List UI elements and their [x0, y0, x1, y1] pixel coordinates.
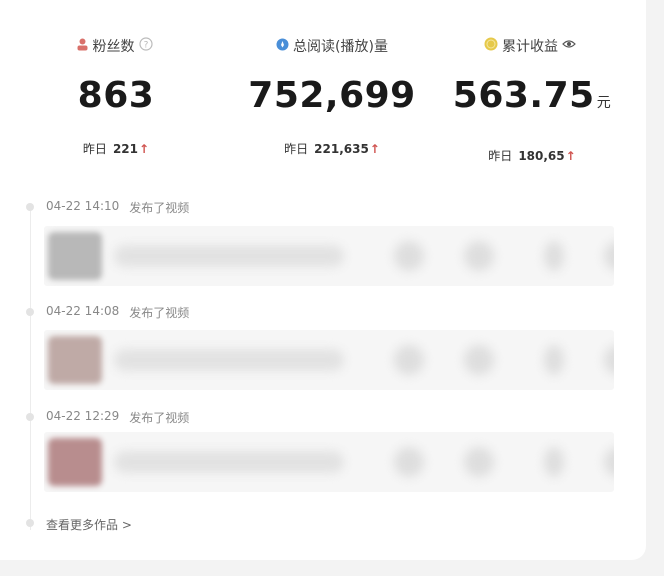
timeline-dot	[26, 519, 34, 527]
timeline-dot	[26, 413, 34, 421]
timeline-time: 04-22 12:29	[46, 409, 120, 423]
yesterday-value: 180,65	[518, 148, 565, 163]
stat-value: 863	[77, 75, 155, 116]
timeline-meta: 04-22 14:10 发布了视频	[46, 199, 189, 216]
timeline-time: 04-22 14:08	[46, 304, 120, 318]
view-more-link[interactable]: 查看更多作品 >	[46, 516, 132, 533]
yesterday-value: 221,635	[314, 141, 369, 156]
timeline-dot	[26, 308, 34, 316]
stat-earnings[interactable]: 累计收益 563.75 元 昨日 180,65 ↑	[432, 36, 632, 164]
stat-followers[interactable]: 粉丝数 ? 863 昨日 221 ↑	[16, 36, 216, 157]
stat-value: 563.75 元	[452, 75, 612, 116]
eye-icon[interactable]	[562, 38, 576, 54]
dashboard-card: 粉丝数 ? 863 昨日 221 ↑ 总阅读(播放)量 752,699 昨日 2…	[0, 0, 646, 560]
video-thumbnail	[48, 232, 102, 280]
timeline-dot	[26, 203, 34, 211]
video-thumbnail	[48, 438, 102, 486]
svg-text:?: ?	[143, 41, 148, 51]
yesterday-label: 昨日	[82, 142, 107, 156]
video-title-blurred	[114, 451, 344, 473]
yesterday-value: 221	[112, 141, 138, 156]
video-thumbnail	[48, 336, 102, 384]
timeline-action: 发布了视频	[129, 411, 190, 425]
arrow-up-icon: ↑	[369, 141, 380, 156]
video-title-blurred	[114, 349, 344, 371]
timeline-meta: 04-22 14:08 发布了视频	[46, 304, 189, 321]
stat-label: 粉丝数	[92, 39, 135, 55]
stat-label: 总阅读(播放)量	[293, 39, 388, 55]
views-icon	[276, 38, 289, 55]
stat-unit: 元	[596, 95, 612, 111]
video-card[interactable]	[44, 226, 614, 286]
arrow-up-icon: ↑	[139, 141, 150, 156]
timeline-action: 发布了视频	[129, 306, 190, 320]
yesterday-label: 昨日	[488, 149, 513, 163]
timeline-time: 04-22 14:10	[46, 199, 120, 213]
stat-label: 累计收益	[502, 39, 558, 55]
yesterday-label: 昨日	[284, 142, 309, 156]
timeline-line	[30, 210, 31, 530]
video-title-blurred	[114, 245, 344, 267]
timeline-action: 发布了视频	[129, 201, 190, 215]
coin-icon	[484, 37, 498, 55]
timeline-meta: 04-22 12:29 发布了视频	[46, 409, 189, 426]
help-icon[interactable]: ?	[138, 37, 153, 55]
stat-views[interactable]: 总阅读(播放)量 752,699 昨日 221,635 ↑	[222, 36, 442, 157]
arrow-up-icon: ↑	[565, 148, 576, 163]
video-card[interactable]	[44, 432, 614, 492]
user-icon	[76, 38, 89, 55]
stat-value: 752,699	[248, 75, 416, 116]
video-card[interactable]	[44, 330, 614, 390]
